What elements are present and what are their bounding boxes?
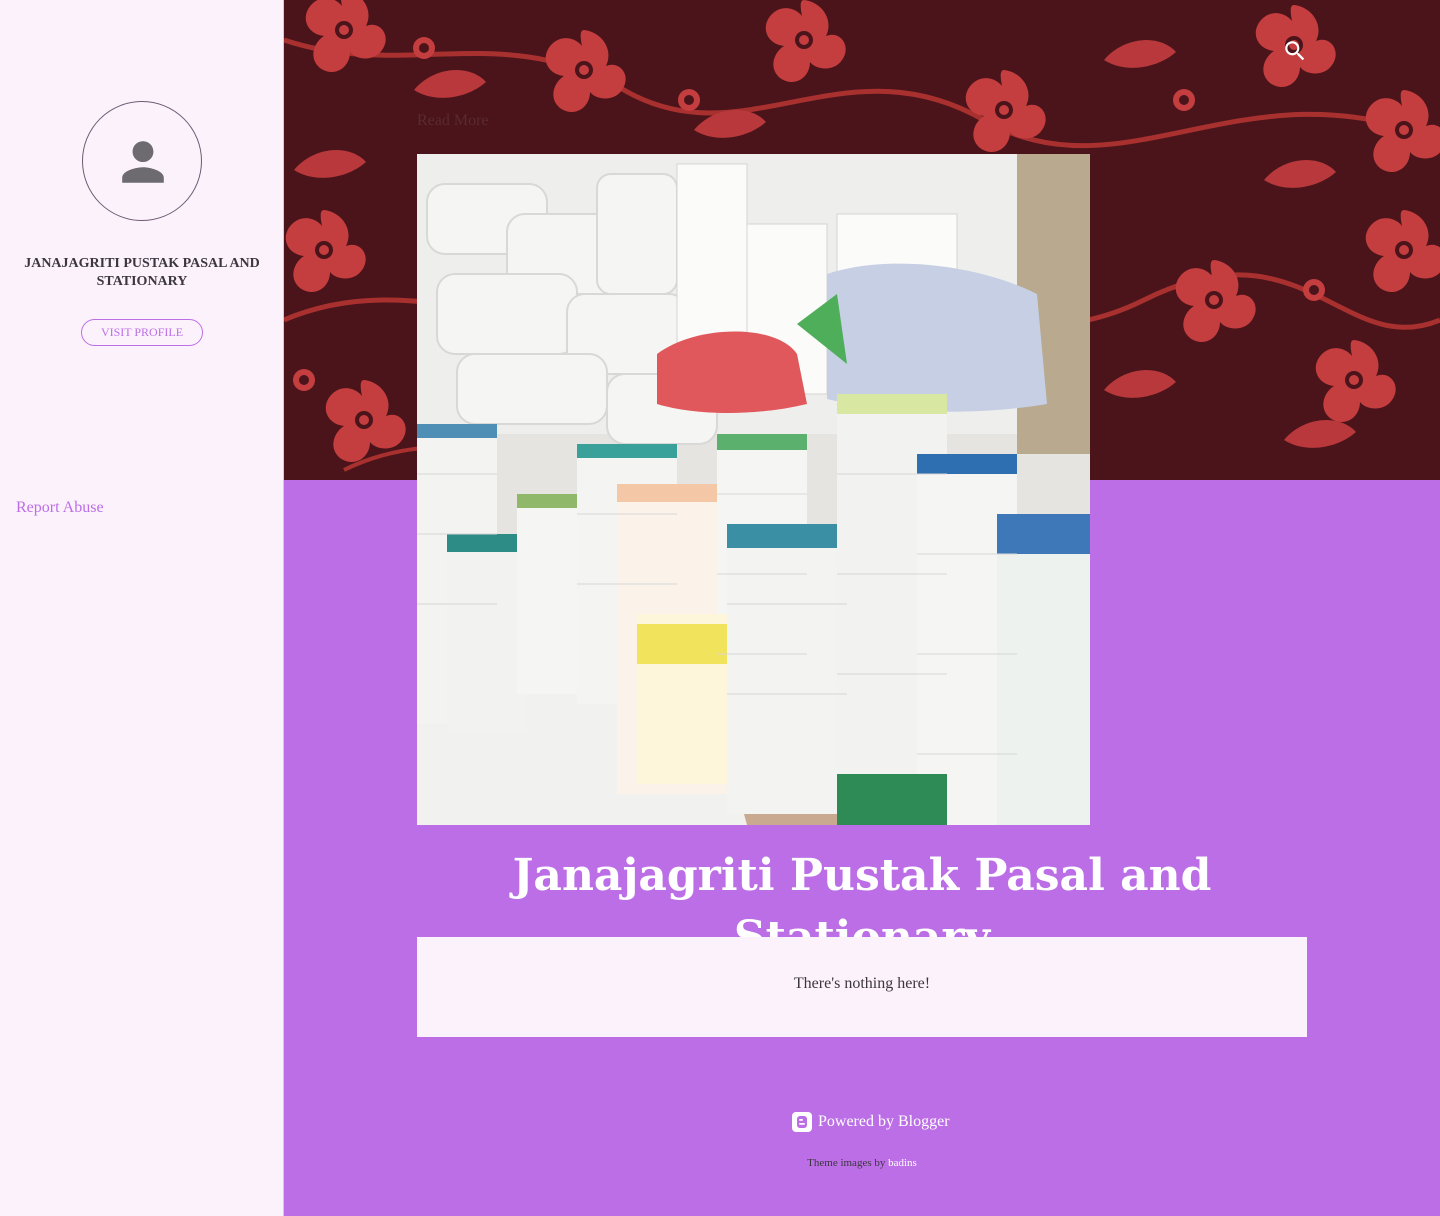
- powered-by-label: Powered by Blogger: [818, 1113, 950, 1130]
- read-more-link[interactable]: Read More: [417, 112, 489, 130]
- profile-avatar[interactable]: [82, 101, 202, 221]
- posts-container: There's nothing here!: [417, 937, 1307, 1037]
- featured-post-image[interactable]: [417, 154, 1090, 825]
- blogger-icon: [792, 1112, 812, 1132]
- theme-credit: Theme images by badins: [0, 1157, 1440, 1169]
- report-abuse-link[interactable]: Report Abuse: [16, 499, 104, 517]
- powered-by-blogger-link[interactable]: Powered by Blogger: [792, 1112, 950, 1132]
- empty-posts-message: There's nothing here!: [793, 975, 931, 992]
- profile-name: JANAJAGRITI PUSTAK PASAL AND STATIONARY: [24, 256, 260, 289]
- profile-sidebar: JANAJAGRITI PUSTAK PASAL AND STATIONARY …: [0, 0, 284, 1216]
- visit-profile-button[interactable]: VISIT PROFILE: [81, 319, 203, 346]
- theme-author-link[interactable]: badins: [888, 1157, 917, 1169]
- books-photo: [417, 154, 1090, 825]
- theme-images-prefix: Theme images by: [807, 1157, 886, 1169]
- person-icon: [122, 141, 164, 183]
- search-icon[interactable]: [1282, 38, 1308, 64]
